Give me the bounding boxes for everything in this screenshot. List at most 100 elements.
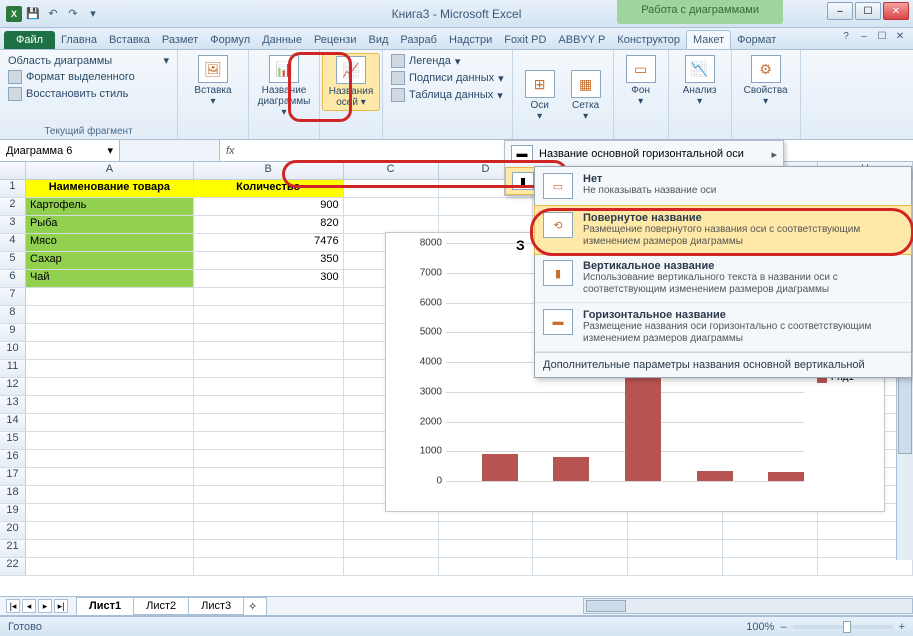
workbook-restore-icon[interactable]: ☐ [875, 31, 889, 42]
sheet-tab-1[interactable]: Лист1 [76, 597, 134, 615]
cell[interactable] [194, 558, 344, 575]
cell[interactable]: Мясо [26, 234, 194, 251]
row-header[interactable]: 12 [0, 378, 26, 395]
cell[interactable] [26, 396, 194, 413]
reset-style-button[interactable]: Восстановить стиль [6, 86, 171, 102]
sheet-tab-2[interactable]: Лист2 [133, 597, 189, 615]
cell[interactable]: 7476 [194, 234, 344, 251]
cell[interactable]: Картофель [26, 198, 194, 215]
cell[interactable] [194, 486, 344, 503]
tab-insert[interactable]: Вставка [103, 31, 156, 49]
new-sheet-button[interactable]: ✧ [243, 597, 267, 616]
tab-layout[interactable]: Размет [156, 31, 204, 49]
tab-file[interactable]: Файл [4, 31, 55, 49]
tab-home[interactable]: Главна [55, 31, 103, 49]
row-header[interactable]: 3 [0, 216, 26, 233]
row-header[interactable]: 15 [0, 432, 26, 449]
chart-title-button[interactable]: 📊 Название диаграммы ▾ [255, 53, 313, 120]
close-button[interactable]: ✕ [883, 2, 909, 20]
qat-undo-icon[interactable]: ↶ [44, 5, 62, 23]
chart-bar[interactable] [482, 454, 518, 481]
cell[interactable] [533, 558, 628, 575]
row-header[interactable]: 19 [0, 504, 26, 521]
cell[interactable] [344, 198, 439, 215]
row-header[interactable]: 8 [0, 306, 26, 323]
cell[interactable] [26, 522, 194, 539]
flyout-more-options[interactable]: Дополнительные параметры названия основн… [535, 352, 911, 377]
sheet-tab-3[interactable]: Лист3 [188, 597, 244, 615]
cell[interactable] [26, 342, 194, 359]
vertical-scrollbar[interactable] [896, 352, 913, 560]
gridlines-button[interactable]: ▦Сетка▾ [565, 53, 607, 139]
zoom-out-button[interactable]: – [780, 621, 786, 633]
tab-view[interactable]: Вид [362, 31, 394, 49]
zoom-level[interactable]: 100% [746, 621, 774, 633]
cell[interactable] [628, 540, 723, 557]
cell[interactable] [194, 540, 344, 557]
cell[interactable]: Количество [194, 180, 344, 197]
legend-button[interactable]: Легенда ▾ [389, 53, 506, 69]
horizontal-scrollbar[interactable] [583, 598, 913, 614]
row-header[interactable]: 22 [0, 558, 26, 575]
flyout-horizontal-title[interactable]: ▬ Горизонтальное названиеРазмещение назв… [535, 303, 911, 352]
tab-addins[interactable]: Надстри [443, 31, 498, 49]
flyout-rotated-title[interactable]: ⟲ Повернутое названиеРазмещение повернут… [534, 205, 912, 255]
row-header[interactable]: 11 [0, 360, 26, 377]
row-header[interactable]: 5 [0, 252, 26, 269]
cell[interactable] [723, 540, 818, 557]
cell[interactable]: Сахар [26, 252, 194, 269]
cell[interactable] [818, 558, 913, 575]
cell[interactable] [723, 558, 818, 575]
zoom-slider[interactable] [793, 625, 893, 629]
tab-foxit[interactable]: Foxit PD [498, 31, 552, 49]
cell[interactable]: 350 [194, 252, 344, 269]
col-header-A[interactable]: A [26, 162, 194, 179]
cell[interactable] [194, 378, 344, 395]
insert-button[interactable]: 🖼 Вставка▾ [184, 53, 242, 109]
flyout-vertical-title[interactable]: ▮ Вертикальное названиеИспользование вер… [535, 254, 911, 303]
maximize-button[interactable]: ☐ [855, 2, 881, 20]
row-header[interactable]: 9 [0, 324, 26, 341]
tab-format[interactable]: Формат [731, 31, 782, 49]
cell[interactable] [194, 432, 344, 449]
cell[interactable] [26, 288, 194, 305]
col-header-C[interactable]: C [344, 162, 439, 179]
cell[interactable] [723, 522, 818, 539]
cell[interactable] [628, 558, 723, 575]
cell[interactable] [439, 198, 534, 215]
cell[interactable] [26, 432, 194, 449]
fx-icon[interactable]: fx [226, 145, 235, 157]
cell[interactable]: 820 [194, 216, 344, 233]
qat-redo-icon[interactable]: ↷ [64, 5, 82, 23]
cell[interactable] [26, 324, 194, 341]
chart-element-selector[interactable]: Область диаграммы ▾ [6, 53, 171, 68]
cell[interactable] [439, 522, 534, 539]
tab-formulas[interactable]: Формул [204, 31, 256, 49]
cell[interactable] [26, 486, 194, 503]
cell[interactable] [194, 504, 344, 521]
row-header[interactable]: 14 [0, 414, 26, 431]
cell[interactable] [194, 414, 344, 431]
cell[interactable] [194, 342, 344, 359]
cell[interactable]: Рыба [26, 216, 194, 233]
tab-data[interactable]: Данные [256, 31, 308, 49]
cell[interactable] [194, 306, 344, 323]
name-box[interactable]: Диаграмма 6▾ [0, 140, 120, 161]
cell[interactable] [26, 504, 194, 521]
cell[interactable] [26, 378, 194, 395]
row-header[interactable]: 10 [0, 342, 26, 359]
chart-bar[interactable] [768, 472, 804, 481]
data-labels-button[interactable]: Подписи данных ▾ [389, 70, 506, 86]
cell[interactable]: 300 [194, 270, 344, 287]
cell[interactable] [344, 558, 439, 575]
row-header[interactable]: 7 [0, 288, 26, 305]
workbook-close-icon[interactable]: ✕ [893, 31, 907, 42]
axes-button[interactable]: ⊞Оси▾ [519, 53, 561, 139]
background-button[interactable]: ▭Фон▾ [620, 53, 662, 109]
cell[interactable]: Чай [26, 270, 194, 287]
qat-dropdown-icon[interactable]: ▾ [84, 5, 102, 23]
tab-developer[interactable]: Разраб [394, 31, 443, 49]
hscroll-thumb[interactable] [586, 600, 626, 612]
tab-design[interactable]: Конструктор [611, 31, 686, 49]
submenu-horizontal-axis-title[interactable]: ▬ Название основной горизонтальной оси▸ [505, 141, 783, 167]
